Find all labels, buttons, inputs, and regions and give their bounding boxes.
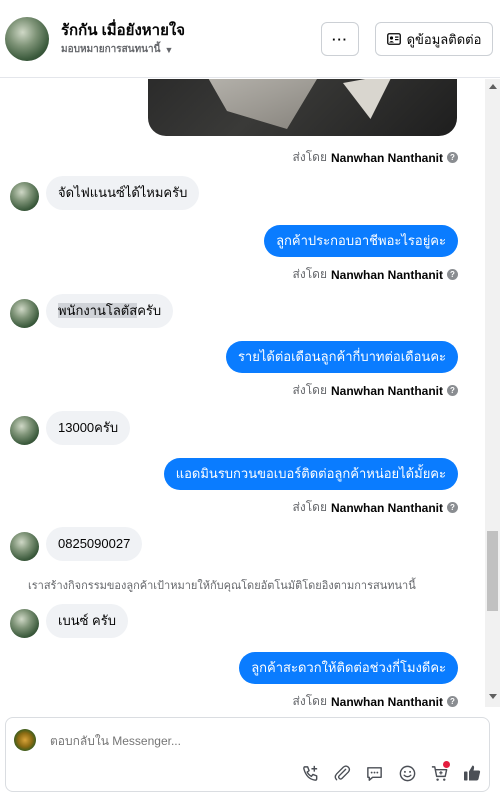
- agent-name: Nanwhan Nanthanit: [330, 694, 443, 708]
- sent-by-prefix: ส่งโดย: [292, 267, 327, 281]
- thumbs-up-icon[interactable]: [461, 762, 483, 784]
- sent-by-label: ส่งโดย Nanwhan Nanthanit ?: [293, 381, 458, 400]
- sent-by-prefix: ส่งโดย: [292, 150, 327, 164]
- contact-avatar[interactable]: [5, 17, 49, 61]
- incoming-message[interactable]: จัดไฟแนนซ์ได้ไหมครับ: [46, 176, 200, 210]
- contact-card-icon: [386, 33, 401, 45]
- info-icon[interactable]: ?: [447, 696, 458, 707]
- more-label: ···: [332, 31, 348, 47]
- agent-name: Nanwhan Nanthanit: [330, 267, 443, 282]
- sent-by-label: ส่งโดย Nanwhan Nanthanit ?: [293, 498, 458, 517]
- more-options-button[interactable]: ···: [321, 22, 359, 56]
- outgoing-message[interactable]: ลูกค้าสะดวกให้ติดต่อช่วงกี่โมงดีคะ: [239, 652, 458, 684]
- outgoing-message[interactable]: ลูกค้าประกอบอาชีพอะไรอยู่คะ: [264, 225, 458, 257]
- outgoing-message[interactable]: แอดมินรบกวนขอเบอร์ติดต่อลูกค้าหน่อยได้มั…: [163, 458, 458, 490]
- scroll-up-arrow-icon[interactable]: [489, 84, 497, 89]
- agent-name: Nanwhan Nanthanit: [330, 383, 443, 398]
- cart-icon[interactable]: [428, 761, 450, 784]
- agent-name: Nanwhan Nanthanit: [330, 500, 443, 515]
- view-contact-button[interactable]: ดูข้อมูลติดต่อ: [375, 22, 493, 56]
- phone-add-icon[interactable]: [299, 762, 321, 784]
- reply-composer: [5, 717, 490, 792]
- info-icon[interactable]: ?: [447, 385, 458, 396]
- paperclip-icon[interactable]: [331, 762, 353, 784]
- sent-by-prefix: ส่งโดย: [292, 383, 327, 397]
- incoming-message[interactable]: 0825090027: [46, 527, 143, 561]
- system-note: เราสร้างกิจกรรมของลูกค้าเป้าหมายให้กับคุ…: [28, 580, 416, 592]
- incoming-message[interactable]: 13000ครับ: [46, 411, 131, 445]
- info-icon[interactable]: ?: [447, 269, 458, 280]
- sent-by-label: ส่งโดย Nanwhan Nanthanit ?: [293, 692, 458, 707]
- outgoing-message[interactable]: รายได้ต่อเดือนลูกค้ากี่บาทต่อเดือนคะ: [225, 341, 458, 373]
- info-icon[interactable]: ?: [447, 152, 458, 163]
- sender-avatar[interactable]: [10, 299, 39, 328]
- message-text: ครับ: [137, 303, 162, 318]
- view-contact-label: ดูข้อมูลติดต่อ: [406, 31, 482, 47]
- chat-bubble-icon[interactable]: [363, 762, 385, 784]
- scrollbar-thumb[interactable]: [487, 531, 498, 611]
- incoming-message[interactable]: พนักงานโลตัสครับ: [46, 294, 174, 328]
- sender-avatar[interactable]: [10, 182, 39, 211]
- emoji-icon[interactable]: [396, 762, 418, 784]
- shared-photo[interactable]: [148, 79, 457, 136]
- highlighted-text: พนักงานโลตัส: [58, 303, 138, 318]
- sent-by-prefix: ส่งโดย: [292, 694, 327, 707]
- sender-avatar[interactable]: [10, 609, 39, 638]
- sent-by-prefix: ส่งโดย: [292, 500, 327, 514]
- assign-conversation[interactable]: มอบหมายการสนทนานี้ ▼: [61, 42, 173, 57]
- scrollbar-track[interactable]: [485, 79, 500, 707]
- sent-by-label: ส่งโดย Nanwhan Nanthanit ?: [293, 265, 458, 284]
- notification-dot: [443, 761, 450, 768]
- message-thread: ส่งโดย Nanwhan Nanthanit ? จัดไฟแนนซ์ได้…: [0, 79, 485, 707]
- sender-avatar[interactable]: [10, 532, 39, 561]
- conversation-header: รักกัน เมื่อยังหายใจ มอบหมายการสนทนานี้ …: [0, 0, 500, 78]
- reply-input[interactable]: [50, 734, 350, 748]
- scroll-down-arrow-icon[interactable]: [489, 694, 497, 699]
- sent-by-label: ส่งโดย Nanwhan Nanthanit ?: [293, 148, 458, 167]
- assign-label: มอบหมายการสนทนานี้: [61, 44, 161, 55]
- agent-name: Nanwhan Nanthanit: [330, 150, 443, 165]
- incoming-message[interactable]: เบนซ์ ครับ: [46, 604, 128, 638]
- page-avatar: [14, 729, 36, 751]
- contact-name[interactable]: รักกัน เมื่อยังหายใจ: [61, 18, 185, 42]
- caret-down-icon: ▼: [164, 44, 174, 55]
- info-icon[interactable]: ?: [447, 502, 458, 513]
- sender-avatar[interactable]: [10, 416, 39, 445]
